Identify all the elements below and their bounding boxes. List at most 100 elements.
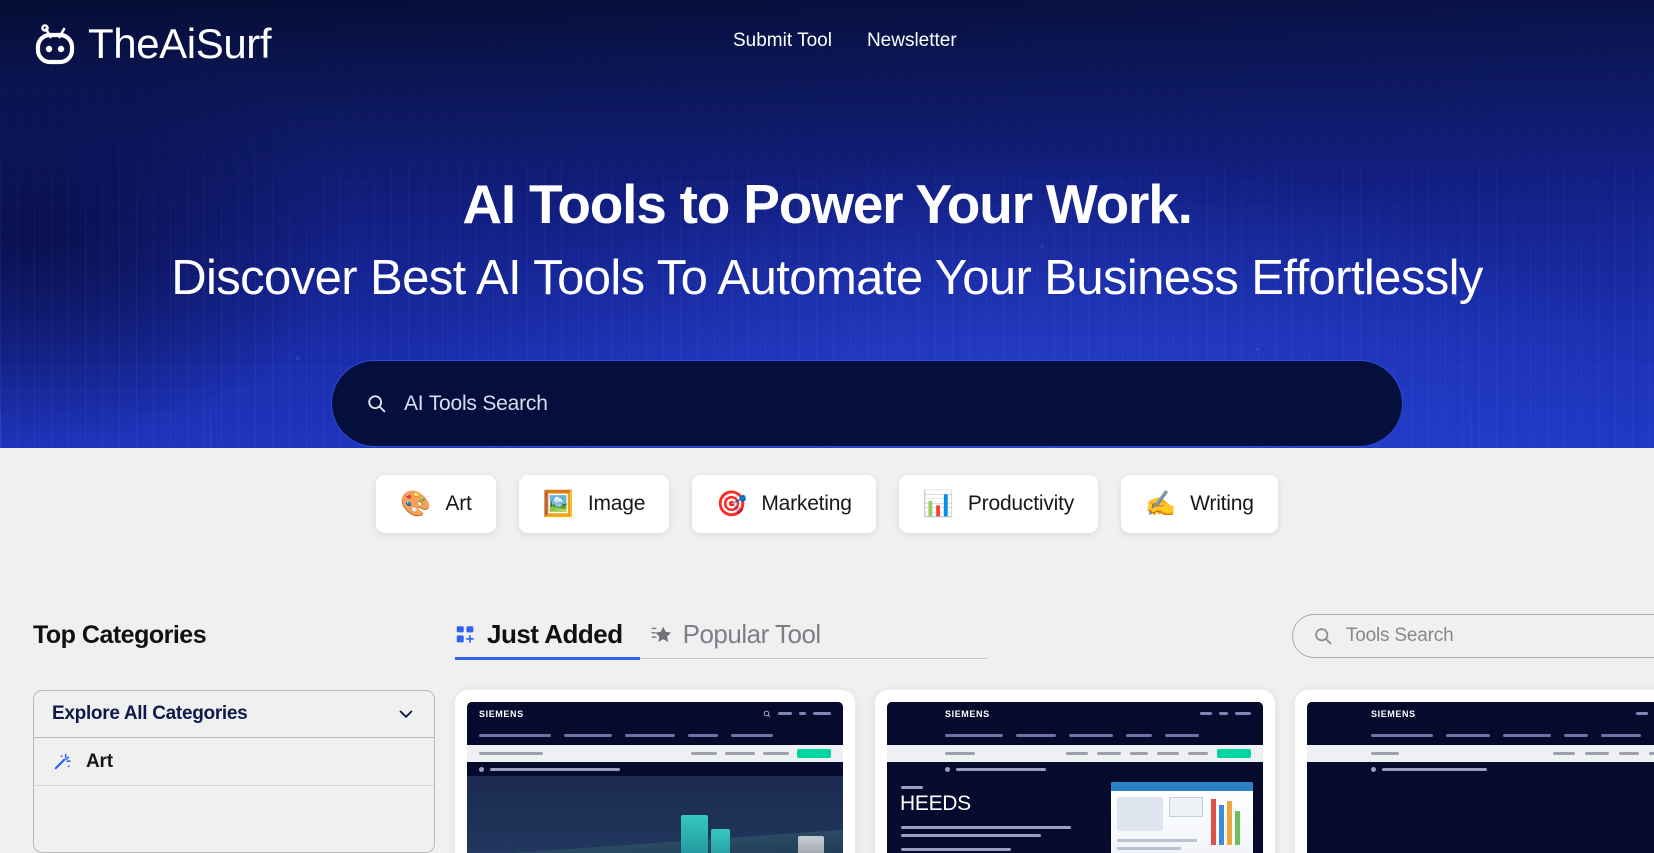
tool-card[interactable]: SIEMENS bbox=[875, 690, 1275, 853]
thumb-hero-image: 🪶 🛡️ bbox=[1307, 776, 1654, 853]
nav-link-newsletter[interactable]: Newsletter bbox=[867, 30, 957, 52]
thumb-nav-item bbox=[945, 733, 1003, 737]
thumb-nav-item bbox=[1126, 733, 1152, 737]
tools-search-box[interactable]: Tools Search bbox=[1292, 614, 1654, 658]
thumb-nav-item bbox=[1165, 733, 1199, 737]
thumb-cta-button bbox=[1217, 749, 1251, 758]
thumb-breadcrumb-line bbox=[490, 767, 620, 771]
tab-just-added[interactable]: Just Added bbox=[455, 619, 623, 658]
category-chip-label: Marketing bbox=[761, 492, 852, 515]
top-navigation: TheAiSurf Submit Tool Newsletter bbox=[0, 0, 1654, 88]
tool-card-grid: SIEMENS SIEMENS HEEDS SIEMENS bbox=[455, 690, 1654, 853]
top-categories-title: Top Categories bbox=[33, 621, 207, 649]
category-chip-label: Writing bbox=[1190, 492, 1254, 515]
thumb-nav-item bbox=[1564, 733, 1588, 737]
category-chip-productivity[interactable]: 📊 Productivity bbox=[898, 475, 1099, 533]
thumb-brand: SIEMENS bbox=[945, 708, 990, 719]
thumb-subnav-item bbox=[1097, 752, 1121, 755]
thumb-subnav-item bbox=[691, 752, 717, 755]
thumb-title: HEEDS bbox=[900, 792, 971, 815]
grid-plus-icon bbox=[456, 626, 474, 643]
thumb-topbar: SIEMENS bbox=[467, 702, 843, 725]
category-chip-label: Art bbox=[445, 492, 472, 515]
thumb-subnav bbox=[887, 745, 1263, 762]
thumb-home-icon bbox=[479, 766, 484, 772]
thumb-subnav-item bbox=[1130, 752, 1148, 755]
thumb-app-screenshot bbox=[1111, 782, 1253, 853]
tool-card-thumbnail: SIEMENS bbox=[1307, 702, 1654, 853]
picture-icon: 🖼️ bbox=[542, 489, 574, 518]
hero-headline: AI Tools to Power Your Work. bbox=[462, 173, 1193, 235]
thumb-topbar: SIEMENS bbox=[887, 702, 1263, 725]
thumb-top-link bbox=[1219, 712, 1228, 715]
category-chip-label: Productivity bbox=[967, 492, 1075, 515]
thumb-subnav-item bbox=[1585, 752, 1609, 755]
brand-logo[interactable]: TheAiSurf bbox=[30, 18, 272, 70]
thumb-top-link bbox=[799, 712, 806, 715]
thumb-subnav-item bbox=[1619, 752, 1639, 755]
thumb-subnav-item bbox=[1066, 752, 1088, 755]
thumb-subnav-item bbox=[1553, 752, 1575, 755]
tool-card-thumbnail: SIEMENS bbox=[467, 702, 843, 853]
explore-all-categories-dropdown[interactable]: Explore All Categories bbox=[34, 691, 434, 738]
tab-bar: Just Added Popular Tool bbox=[455, 612, 987, 660]
thumb-subnav-title bbox=[1371, 752, 1399, 755]
thumb-subnav-item bbox=[1188, 752, 1208, 755]
thumb-kicker bbox=[901, 786, 923, 789]
tab-label: Popular Tool bbox=[682, 619, 822, 649]
search-icon bbox=[1315, 628, 1332, 645]
thumb-nav-item bbox=[731, 733, 773, 737]
thumb-cta-button bbox=[797, 749, 831, 758]
thumb-subnav-item bbox=[725, 752, 755, 755]
tool-card[interactable]: SIEMENS bbox=[1295, 690, 1654, 853]
thumb-nav bbox=[467, 725, 843, 745]
thumb-subnav-title bbox=[479, 752, 543, 755]
thumb-subnav bbox=[1307, 745, 1654, 762]
thumb-nav-item bbox=[1371, 733, 1433, 737]
thumb-top-actions bbox=[1636, 712, 1654, 715]
nav-link-submit-tool[interactable]: Submit Tool bbox=[733, 30, 832, 52]
thumb-home-icon bbox=[1371, 766, 1376, 772]
thumb-breadcrumb bbox=[1307, 762, 1654, 776]
thumb-nav-item bbox=[1503, 733, 1551, 737]
thumb-breadcrumb-line bbox=[1382, 767, 1487, 771]
brand-name: TheAiSurf bbox=[88, 20, 272, 67]
thumb-nav bbox=[1307, 725, 1654, 745]
thumb-top-actions bbox=[1200, 712, 1251, 715]
category-chip-writing[interactable]: ✍️ Writing bbox=[1121, 475, 1278, 533]
tab-active-indicator bbox=[455, 657, 640, 660]
hero-search-box[interactable]: AI Tools Search bbox=[331, 360, 1403, 447]
thumb-brand: SIEMENS bbox=[479, 708, 524, 719]
thumb-nav-item bbox=[1601, 733, 1641, 737]
thumb-nav-item bbox=[1016, 733, 1056, 737]
category-chip-art[interactable]: 🎨 Art bbox=[376, 475, 496, 533]
thumb-top-link bbox=[1636, 712, 1648, 715]
category-chip-marketing[interactable]: 🎯 Marketing bbox=[692, 475, 876, 533]
categories-panel: Explore All Categories Art bbox=[33, 690, 435, 853]
thumb-home-icon bbox=[945, 766, 950, 772]
tools-search-placeholder: Tools Search bbox=[1346, 625, 1454, 646]
sidebar-item-label: Art bbox=[86, 750, 113, 772]
category-chip-image[interactable]: 🖼️ Image bbox=[518, 475, 670, 533]
thumb-nav-item bbox=[1069, 733, 1113, 737]
thumb-nav-item bbox=[479, 733, 551, 737]
thumb-top-link bbox=[1200, 712, 1212, 715]
thumb-breadcrumb bbox=[887, 762, 1263, 776]
thumb-top-actions bbox=[763, 710, 831, 718]
search-icon bbox=[368, 395, 386, 413]
thumb-nav-item bbox=[688, 733, 718, 737]
thumb-subnav-item bbox=[1649, 752, 1654, 755]
thumb-subnav bbox=[467, 745, 843, 762]
category-chip-row: 🎨 Art 🖼️ Image 🎯 Marketing 📊 Productivit… bbox=[0, 475, 1654, 533]
thumb-top-link bbox=[813, 712, 831, 715]
sidebar-item-art[interactable]: Art bbox=[34, 738, 434, 786]
search-icon bbox=[763, 710, 771, 717]
tab-popular-tool[interactable]: Popular Tool bbox=[651, 619, 821, 658]
tool-card[interactable]: SIEMENS bbox=[455, 690, 855, 853]
star-list-icon bbox=[651, 626, 671, 642]
nav-links: Submit Tool Newsletter bbox=[733, 30, 957, 52]
thumb-hero-image: PADS PCB design software bbox=[467, 776, 843, 853]
bar-chart-icon: 📊 bbox=[922, 489, 954, 518]
dropdown-label: Explore All Categories bbox=[52, 703, 248, 724]
thumb-subnav-item bbox=[1157, 752, 1179, 755]
